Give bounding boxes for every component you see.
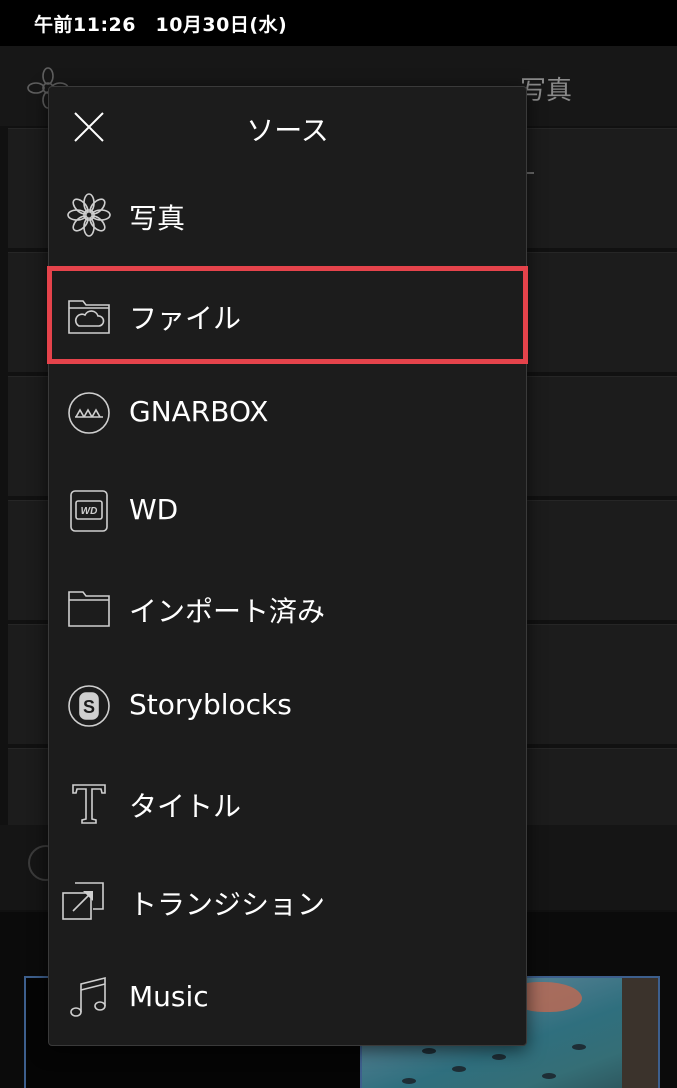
background-title: 写真 [520,76,573,106]
clip-thumbnail-fish [572,1044,586,1050]
source-menu-title: ソース [246,114,329,147]
menu-item-label: Music [129,980,209,1013]
menu-item-photos[interactable]: 写真 [49,167,526,265]
clip-thumbnail-fish [402,1078,416,1084]
menu-item-gnarbox[interactable]: GNARBOX [49,365,526,463]
menu-item-imported[interactable]: インポート済み [49,560,526,658]
menu-item-storyblocks[interactable]: S Storyblocks [49,658,526,756]
menu-item-label: Storyblocks [129,688,292,721]
svg-text:WD: WD [81,506,98,517]
clip-thumbnail-fish [492,1054,506,1060]
menu-item-label: WD [129,493,179,526]
menu-item-label: ファイル [129,302,242,335]
status-time-date: 午前11:26 10月30日(水) [34,13,288,36]
storyblocks-icon: S [68,685,110,727]
flower-icon [67,193,111,237]
folder-cloud-icon [68,300,110,334]
menu-item-wd[interactable]: WD WD [49,463,526,561]
app-screen: 午前11:26 10月30日(水) 写真 ソース 写真 ファイル GNARBOX… [0,0,677,1088]
wd-drive-icon: WD [70,490,108,532]
menu-item-transition[interactable]: トランジション [49,853,526,951]
status-bar: 午前11:26 10月30日(水) [0,0,677,46]
clip-thumbnail-fish [452,1066,466,1072]
transition-icon [62,882,104,920]
menu-item-label: インポート済み [129,595,326,628]
menu-item-label: タイトル [129,790,242,823]
svg-text:S: S [83,697,95,717]
menu-item-label: GNARBOX [129,395,269,428]
menu-item-label: トランジション [129,888,326,921]
music-note-icon [70,976,106,1017]
folder-icon [68,591,110,627]
gnarbox-icon [68,392,110,434]
source-menu-header: ソース [49,87,526,169]
menu-item-music[interactable]: Music [49,950,526,1048]
clip-thumbnail-fish [542,1073,556,1079]
clip-thumbnail-fish [422,1048,436,1054]
source-menu: ソース 写真 ファイル GNARBOX WD WD インポート済み S Stor… [48,86,527,1046]
menu-item-files[interactable]: ファイル [49,267,526,365]
title-t-icon [72,784,106,824]
clip-thumbnail-rock [622,978,658,1088]
menu-item-label: 写真 [129,202,186,235]
menu-item-title[interactable]: タイトル [49,755,526,853]
